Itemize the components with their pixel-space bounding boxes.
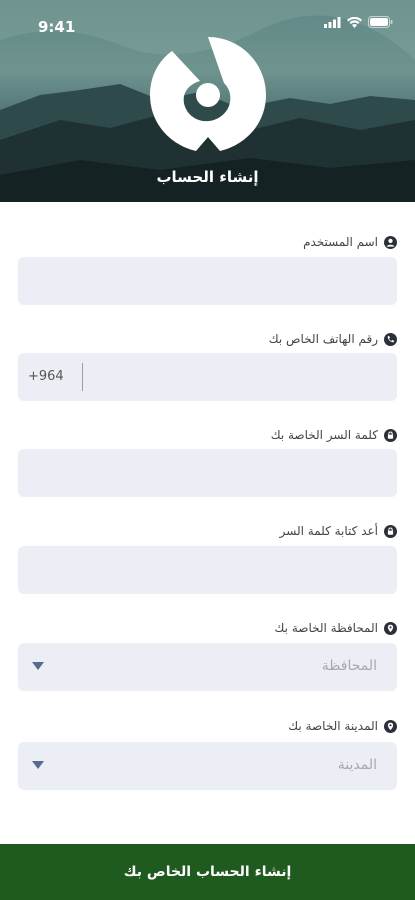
lock-icon [384, 428, 397, 442]
username-label: اسم المستخدم [303, 235, 397, 249]
governorate-select[interactable]: المحافظة [18, 643, 397, 691]
phone-icon [384, 332, 397, 346]
wifi-icon [347, 16, 362, 28]
governorate-label-text: المحافظة الخاصة بك [274, 621, 378, 635]
governorate-label: المحافظة الخاصة بك [275, 621, 397, 635]
create-account-button-label: إنشاء الحساب الخاص بك [123, 864, 292, 880]
password-input[interactable] [18, 449, 397, 497]
confirm-password-label-text: أعد كتابة كلمة السر [279, 524, 378, 538]
header-banner: 9:41 إنشاء الحساب [0, 0, 415, 202]
create-account-button[interactable]: إنشاء الحساب الخاص بك [0, 844, 415, 900]
city-placeholder: المدينة [337, 757, 377, 773]
governorate-placeholder: المحافظة [321, 658, 377, 674]
status-time: 9:41 [38, 18, 76, 36]
dropdown-arrow-icon [32, 662, 44, 670]
user-icon [384, 235, 397, 249]
confirm-password-label: أعد كتابة كلمة السر [280, 524, 397, 538]
city-label-text: المدينة الخاصة بك [288, 719, 378, 733]
country-code-prefix: +964 [28, 369, 64, 384]
status-icons [324, 16, 393, 28]
username-input[interactable] [18, 257, 397, 305]
confirm-password-input[interactable] [18, 546, 397, 594]
location-pin-icon [384, 719, 397, 733]
city-select[interactable]: المدينة [18, 742, 397, 790]
phone-label: رقم الهاتف الخاص بك [269, 332, 397, 346]
signal-icon [324, 16, 341, 28]
password-label-text: كلمة السر الخاصة بك [270, 428, 378, 442]
location-pin-icon [384, 621, 397, 635]
lock-icon [384, 524, 397, 538]
phone-label-text: رقم الهاتف الخاص بك [268, 332, 378, 346]
city-label: المدينة الخاصة بك [288, 719, 397, 733]
brand-logo-icon [150, 37, 266, 151]
password-label: كلمة السر الخاصة بك [271, 428, 397, 442]
phone-input[interactable]: +964 [18, 353, 397, 401]
battery-icon [368, 16, 393, 28]
prefix-divider [82, 363, 83, 391]
page-title: إنشاء الحساب [156, 168, 259, 186]
username-label-text: اسم المستخدم [303, 235, 378, 249]
dropdown-arrow-icon [32, 761, 44, 769]
